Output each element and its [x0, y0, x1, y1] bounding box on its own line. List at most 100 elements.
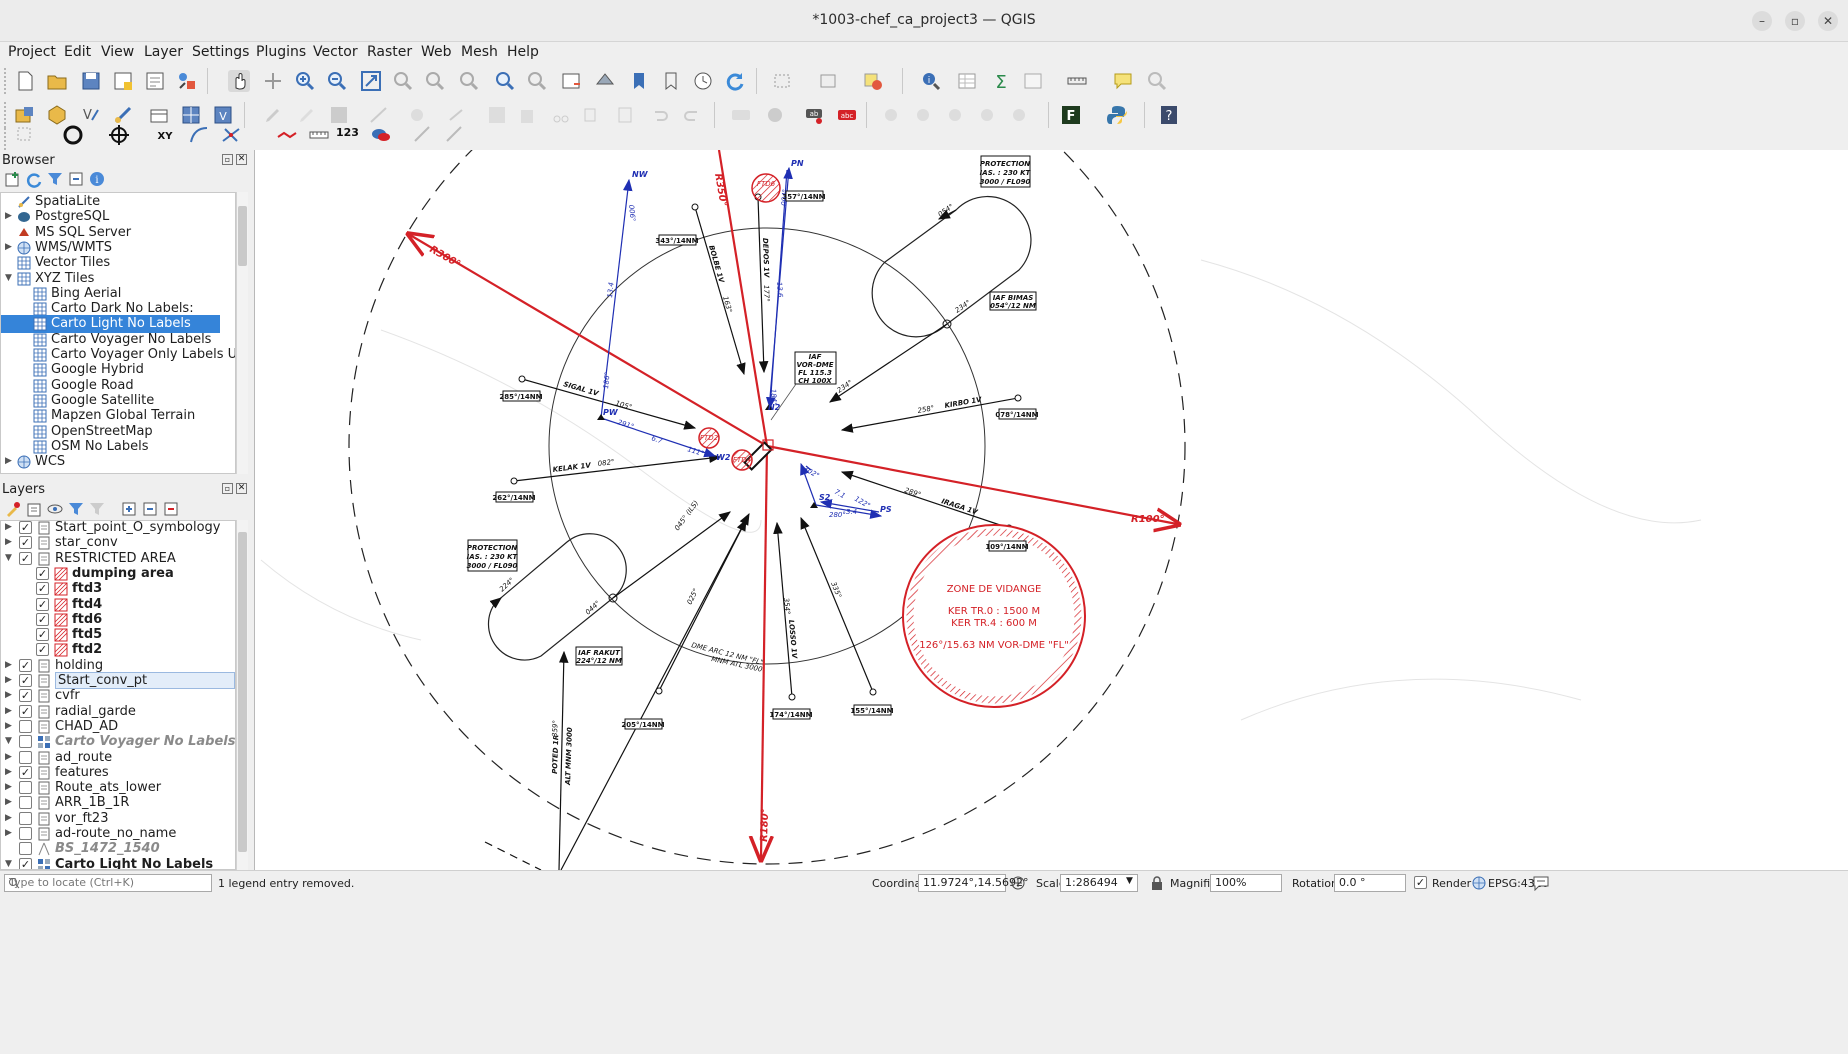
new-virtual-vector-icon[interactable]: V — [212, 104, 234, 126]
expand-arrow-down-icon[interactable]: ▼ — [5, 273, 12, 283]
measure-line-icon[interactable] — [1066, 70, 1088, 92]
layer-visibility-checkbox[interactable]: ✓ — [19, 536, 32, 550]
layer-visibility-checkbox[interactable]: ✓ — [36, 643, 49, 657]
layer-visibility-checkbox[interactable]: ✓ — [36, 566, 49, 580]
zoom-to-layer-icon[interactable] — [424, 70, 446, 92]
modify-attributes-icon[interactable] — [446, 104, 468, 126]
browser-scrollbar[interactable] — [236, 192, 248, 474]
layers-scroll-thumb[interactable] — [238, 532, 247, 852]
rotation-field[interactable]: 0.0 ° — [1334, 874, 1406, 892]
menu-mesh[interactable]: Mesh — [461, 44, 498, 60]
copy-features-icon[interactable] — [580, 104, 602, 126]
refresh-browser-icon[interactable] — [25, 170, 43, 188]
zoom-next-icon[interactable] — [526, 70, 548, 92]
layer-visibility-checkbox[interactable]: ✓ — [36, 582, 49, 596]
move-label-icon[interactable] — [912, 104, 934, 126]
menu-vector[interactable]: Vector — [313, 44, 358, 60]
show-hide-labels-icon[interactable] — [880, 104, 902, 126]
help-contents-icon[interactable]: ? — [1158, 104, 1180, 126]
new-geopackage-icon[interactable] — [46, 104, 68, 126]
expand-arrow-right-icon[interactable]: ▶ — [5, 242, 12, 252]
f-plugin-icon[interactable]: F — [1060, 104, 1082, 126]
layer-diagram-icon[interactable] — [764, 104, 786, 126]
expand-arrow-right-icon[interactable]: ▶ — [5, 828, 12, 838]
delete-selected-icon[interactable] — [516, 104, 538, 126]
data-source-manager-icon[interactable] — [14, 104, 36, 126]
select-features-3-icon[interactable] — [14, 124, 36, 146]
digitize-icon[interactable] — [368, 104, 390, 126]
expand-all-icon[interactable] — [120, 500, 138, 518]
map-canvas[interactable]: R350° R300° R100° R180° FTD6 FTD2 FTD4 Z… — [254, 150, 1848, 870]
expand-arrow-down-icon[interactable]: ▼ — [5, 553, 12, 563]
zoom-to-selection-icon[interactable] — [392, 70, 414, 92]
toolbar-grip[interactable] — [4, 68, 8, 94]
new-bookmark-icon[interactable] — [628, 70, 650, 92]
aeronautical-chart[interactable]: R350° R300° R100° R180° FTD6 FTD2 FTD4 Z… — [255, 150, 1848, 870]
zoom-last-icon[interactable] — [494, 70, 516, 92]
close-panel-icon[interactable]: ✕ — [236, 154, 247, 165]
layer-visibility-checkbox[interactable] — [19, 750, 32, 764]
expand-arrow-right-icon[interactable]: ▶ — [5, 522, 12, 532]
toggle-extents-icon[interactable] — [1010, 875, 1026, 891]
layer-visibility-checkbox[interactable] — [19, 842, 32, 856]
cut-features-icon[interactable] — [550, 104, 572, 126]
expand-arrow-down-icon[interactable]: ▼ — [5, 736, 12, 746]
layer-visibility-checkbox[interactable]: ✓ — [36, 612, 49, 626]
layer-visibility-checkbox[interactable]: ✓ — [19, 857, 32, 869]
identify-features-icon[interactable]: i — [920, 70, 942, 92]
layer-visibility-checkbox[interactable]: ✓ — [19, 704, 32, 718]
lock-scale-icon[interactable] — [1150, 875, 1164, 891]
new-temporary-layer-icon[interactable] — [148, 104, 170, 126]
close-panel-icon[interactable]: ✕ — [236, 483, 247, 494]
layer-labeling-icon[interactable] — [730, 104, 752, 126]
expand-arrow-down-icon[interactable]: ▼ — [5, 859, 12, 869]
layer-visibility-checkbox[interactable] — [19, 735, 32, 749]
expand-arrow-right-icon[interactable]: ▶ — [5, 767, 12, 777]
float-panel-icon[interactable]: ▫ — [222, 483, 233, 494]
pan-to-selection-icon[interactable] — [262, 70, 284, 92]
undo-icon[interactable] — [648, 104, 670, 126]
toggle-editing-icon[interactable] — [296, 104, 318, 126]
number-tool-label[interactable]: 123 — [336, 126, 359, 139]
open-attribute-table-icon[interactable] — [956, 70, 978, 92]
minimize-icon[interactable]: – — [1752, 11, 1772, 31]
filter-browser-icon[interactable] — [46, 170, 64, 188]
collapse-all-layers-icon[interactable] — [141, 500, 159, 518]
temporal-controller-icon[interactable] — [692, 70, 714, 92]
manage-map-themes-icon[interactable] — [46, 500, 64, 518]
reshape-icon[interactable] — [276, 124, 298, 146]
highlight-pinned-labels-icon[interactable]: abc — [836, 104, 858, 126]
new-shapefile-icon[interactable]: V — [80, 104, 102, 126]
pan-map-icon[interactable] — [228, 70, 250, 92]
new-project-icon[interactable] — [14, 70, 36, 92]
collapse-all-icon[interactable] — [67, 170, 85, 188]
menu-project[interactable]: Project — [8, 44, 56, 60]
change-label-icon[interactable] — [976, 104, 998, 126]
layer-visibility-checkbox[interactable] — [19, 719, 32, 733]
maximize-icon[interactable]: ▫ — [1785, 11, 1805, 31]
open-project-icon[interactable] — [46, 70, 68, 92]
layer-visibility-checkbox[interactable]: ✓ — [19, 521, 32, 534]
expand-arrow-right-icon[interactable]: ▶ — [5, 660, 12, 670]
pin-labels-icon[interactable]: ab — [804, 104, 826, 126]
layer-visibility-checkbox[interactable]: ✓ — [19, 674, 32, 687]
expand-arrow-right-icon[interactable]: ▶ — [5, 752, 12, 762]
layer-visibility-checkbox[interactable] — [19, 827, 32, 840]
layer-visibility-checkbox[interactable]: ✓ — [19, 765, 32, 779]
expand-arrow-right-icon[interactable]: ▶ — [5, 706, 12, 716]
layer-visibility-checkbox[interactable]: ✓ — [19, 658, 32, 672]
layer-visibility-checkbox[interactable]: ✓ — [36, 628, 49, 642]
snapping-circle-icon[interactable] — [62, 124, 84, 146]
statistical-summary-icon[interactable]: Σ — [990, 70, 1012, 92]
merge-features-icon[interactable] — [370, 124, 392, 146]
menu-edit[interactable]: Edit — [64, 44, 91, 60]
rotate-label-icon[interactable] — [944, 104, 966, 126]
zoom-full-icon[interactable] — [360, 70, 382, 92]
menu-web[interactable]: Web — [421, 44, 452, 60]
style-manager-icon[interactable] — [176, 70, 198, 92]
paste-features-icon[interactable] — [614, 104, 636, 126]
offset-curve-icon[interactable] — [412, 124, 434, 146]
remove-layer-icon[interactable] — [162, 500, 180, 518]
properties-info-icon[interactable]: i — [88, 170, 106, 188]
layer-visibility-checkbox[interactable]: ✓ — [36, 597, 49, 611]
